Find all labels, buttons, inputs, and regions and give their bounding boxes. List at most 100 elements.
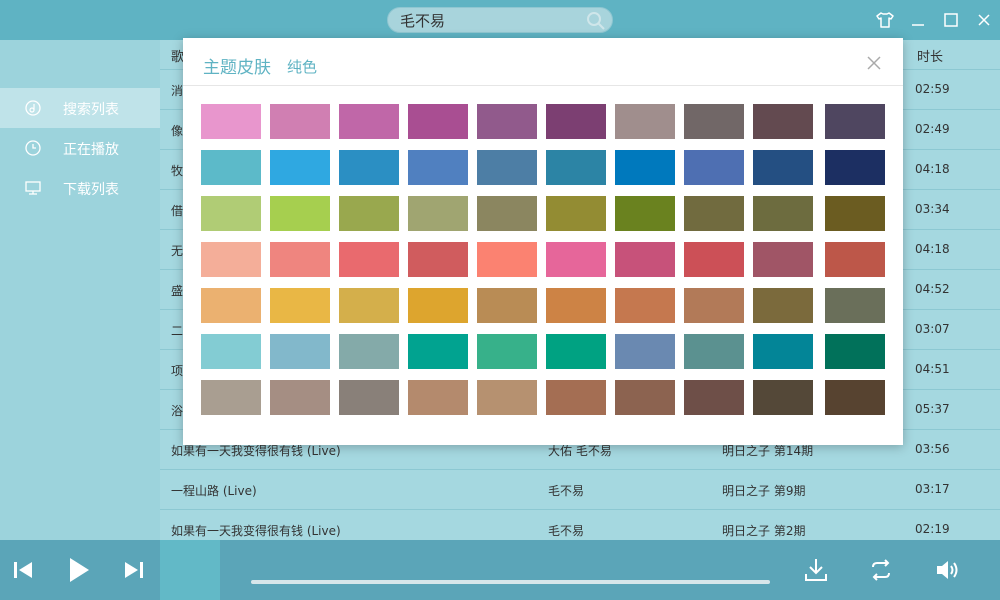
color-swatch[interactable]: [339, 242, 399, 277]
color-swatch[interactable]: [546, 288, 606, 323]
color-swatch[interactable]: [477, 196, 537, 231]
color-swatch[interactable]: [753, 104, 813, 139]
loop-icon[interactable]: [865, 554, 897, 586]
song-duration: 04:18: [915, 162, 950, 176]
album-cover[interactable]: [160, 540, 220, 600]
next-icon[interactable]: [118, 554, 150, 586]
color-swatch[interactable]: [615, 104, 675, 139]
color-swatch[interactable]: [615, 288, 675, 323]
color-swatch[interactable]: [408, 104, 468, 139]
color-swatch[interactable]: [546, 334, 606, 369]
sidebar-item-download-list[interactable]: 下载列表: [0, 168, 160, 208]
play-icon[interactable]: [62, 554, 94, 586]
color-swatch[interactable]: [201, 150, 261, 185]
sidebar-item-search-list[interactable]: 搜索列表: [0, 88, 160, 128]
color-swatch[interactable]: [339, 288, 399, 323]
color-swatch[interactable]: [477, 288, 537, 323]
color-swatch[interactable]: [270, 150, 330, 185]
song-title: 盛: [171, 284, 184, 298]
color-swatch[interactable]: [201, 380, 261, 415]
color-swatch[interactable]: [408, 288, 468, 323]
search-box[interactable]: [387, 7, 613, 33]
color-swatch[interactable]: [546, 380, 606, 415]
color-swatch[interactable]: [408, 150, 468, 185]
color-swatch[interactable]: [201, 196, 261, 231]
color-swatch[interactable]: [408, 196, 468, 231]
color-swatch[interactable]: [408, 242, 468, 277]
color-swatch[interactable]: [546, 196, 606, 231]
color-swatch[interactable]: [201, 288, 261, 323]
minimize-icon[interactable]: [901, 0, 934, 40]
color-swatch[interactable]: [270, 242, 330, 277]
sidebar-item-label: 下载列表: [63, 182, 119, 198]
maximize-icon[interactable]: [934, 0, 967, 40]
color-swatch[interactable]: [339, 104, 399, 139]
color-swatch[interactable]: [339, 334, 399, 369]
color-swatch[interactable]: [546, 242, 606, 277]
color-swatch[interactable]: [825, 380, 885, 415]
color-swatch[interactable]: [615, 196, 675, 231]
color-swatch[interactable]: [615, 380, 675, 415]
color-swatch[interactable]: [270, 196, 330, 231]
search-icon[interactable]: [586, 11, 606, 31]
color-swatch[interactable]: [477, 334, 537, 369]
progress-bar[interactable]: [251, 580, 770, 584]
previous-icon[interactable]: [7, 554, 39, 586]
color-swatch[interactable]: [684, 242, 744, 277]
color-swatch[interactable]: [339, 380, 399, 415]
color-swatch[interactable]: [615, 242, 675, 277]
color-swatch[interactable]: [615, 334, 675, 369]
color-swatch[interactable]: [753, 334, 813, 369]
song-duration: 05:37: [915, 402, 950, 416]
color-swatch[interactable]: [753, 196, 813, 231]
color-swatch[interactable]: [546, 150, 606, 185]
color-swatch[interactable]: [684, 288, 744, 323]
color-swatch[interactable]: [684, 380, 744, 415]
search-input[interactable]: [400, 10, 580, 30]
color-swatch[interactable]: [270, 104, 330, 139]
music-note-icon: [25, 100, 41, 116]
color-swatch[interactable]: [270, 288, 330, 323]
color-swatch[interactable]: [825, 196, 885, 231]
color-swatch[interactable]: [408, 380, 468, 415]
color-swatch[interactable]: [825, 288, 885, 323]
color-swatch[interactable]: [825, 242, 885, 277]
color-swatch[interactable]: [753, 150, 813, 185]
color-swatch[interactable]: [753, 242, 813, 277]
color-swatch[interactable]: [477, 150, 537, 185]
close-icon[interactable]: [967, 0, 1000, 40]
volume-icon[interactable]: [932, 554, 964, 586]
song-duration: 03:17: [915, 482, 950, 496]
color-swatch[interactable]: [270, 334, 330, 369]
color-swatch[interactable]: [684, 104, 744, 139]
close-icon[interactable]: [865, 54, 883, 72]
color-swatch[interactable]: [339, 150, 399, 185]
color-swatch[interactable]: [825, 150, 885, 185]
column-header-duration[interactable]: 时长: [917, 46, 943, 65]
color-swatch[interactable]: [477, 242, 537, 277]
color-swatch[interactable]: [270, 380, 330, 415]
color-swatch[interactable]: [546, 104, 606, 139]
color-swatch[interactable]: [753, 288, 813, 323]
table-row[interactable]: 一程山路 (Live) 毛不易 明日之子 第9期 03:17: [160, 470, 1000, 510]
color-swatch[interactable]: [201, 334, 261, 369]
tab-solid-color[interactable]: 纯色: [287, 56, 317, 77]
color-swatch[interactable]: [825, 104, 885, 139]
song-title: 无: [171, 244, 184, 258]
color-swatch[interactable]: [339, 196, 399, 231]
color-swatch[interactable]: [201, 242, 261, 277]
color-swatch[interactable]: [825, 334, 885, 369]
table-row[interactable]: 如果有一天我变得很有钱 (Live) 毛不易 明日之子 第2期 02:19: [160, 510, 1000, 540]
shirt-icon[interactable]: [868, 0, 901, 40]
color-swatch[interactable]: [753, 380, 813, 415]
color-swatch[interactable]: [477, 104, 537, 139]
color-swatch[interactable]: [615, 150, 675, 185]
color-swatch[interactable]: [477, 380, 537, 415]
color-swatch[interactable]: [684, 334, 744, 369]
download-icon[interactable]: [800, 554, 832, 586]
color-swatch[interactable]: [684, 196, 744, 231]
sidebar-item-now-playing[interactable]: 正在播放: [0, 128, 160, 168]
color-swatch[interactable]: [408, 334, 468, 369]
color-swatch[interactable]: [201, 104, 261, 139]
color-swatch[interactable]: [684, 150, 744, 185]
